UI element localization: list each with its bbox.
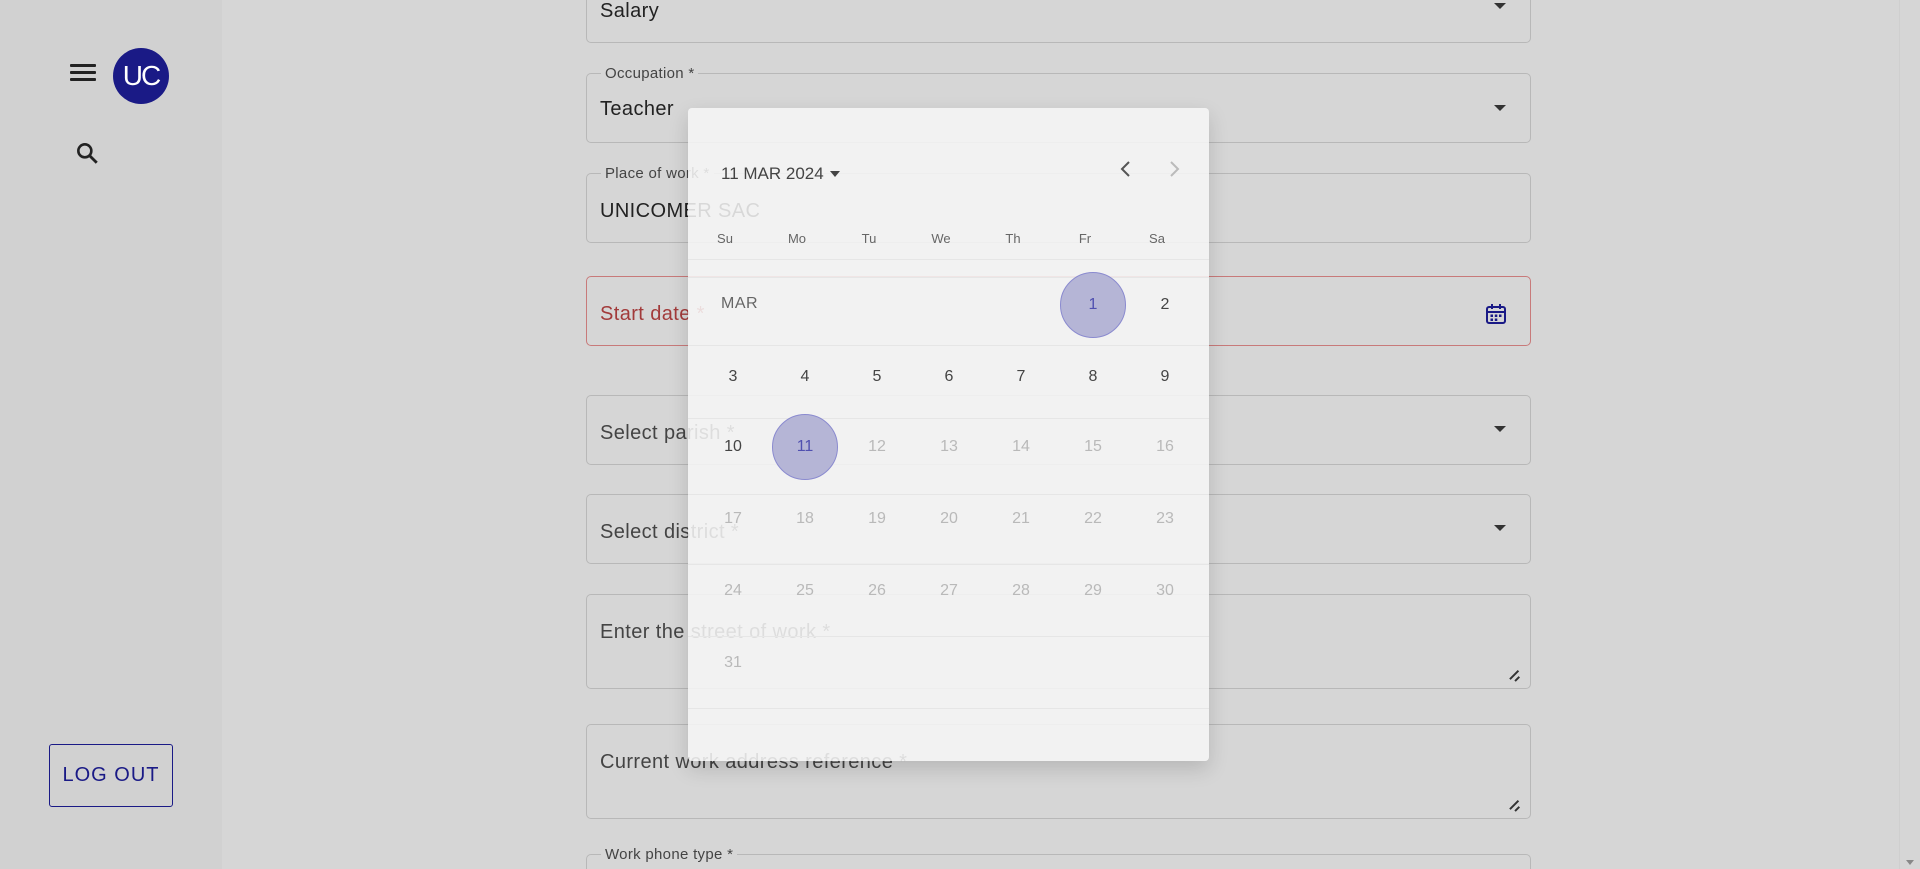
calendar-day[interactable]: 10 <box>700 414 766 480</box>
calendar-icon[interactable] <box>1485 303 1507 325</box>
chevron-down-icon <box>1494 426 1506 432</box>
date-picker: 11 MAR 2024 Su Mo Tu We Th Fr Sa MAR 1 2… <box>688 108 1209 761</box>
resize-handle-icon[interactable] <box>1508 798 1520 810</box>
calendar-day[interactable]: 5 <box>844 344 910 410</box>
work-phone-type-label: Work phone type * <box>601 846 738 863</box>
calendar-day: 14 <box>1012 438 1030 455</box>
weekday-label: We <box>931 231 951 246</box>
calendar-day: 16 <box>1156 438 1174 455</box>
calendar-day: 23 <box>1156 510 1174 527</box>
sidebar: UC LOG OUT <box>0 0 222 869</box>
weekday-label: Th <box>1005 231 1021 246</box>
divider <box>688 277 1209 278</box>
next-month-button[interactable] <box>1159 154 1189 184</box>
calendar-day: 22 <box>1084 510 1102 527</box>
calendar-day: 13 <box>940 438 958 455</box>
calendar-day[interactable]: 8 <box>1060 344 1126 410</box>
calendar-day[interactable]: 1 <box>1060 272 1126 338</box>
calendar-day: 17 <box>724 510 742 527</box>
calendar-day[interactable]: 4 <box>772 344 838 410</box>
resize-handle-icon[interactable] <box>1508 668 1520 680</box>
weekday-label: Su <box>717 231 733 246</box>
occupation-label: Occupation * <box>601 65 699 82</box>
chevron-down-icon <box>1494 525 1506 531</box>
weekday-label: Mo <box>787 231 807 246</box>
scrollbar[interactable] <box>1899 0 1920 869</box>
menu-icon[interactable] <box>70 64 96 84</box>
calendar-day[interactable]: 9 <box>1132 344 1198 410</box>
previous-month-button[interactable] <box>1111 154 1141 184</box>
calendar-day: 18 <box>796 510 814 527</box>
calendar-day: 26 <box>868 582 886 599</box>
calendar-day[interactable]: 3 <box>700 344 766 410</box>
calendar-day: 20 <box>940 510 958 527</box>
divider <box>688 259 1209 260</box>
calendar-day: 31 <box>724 654 742 671</box>
month-year-switch[interactable]: 11 MAR 2024 <box>721 164 840 184</box>
caret-down-icon <box>829 171 840 177</box>
income-type-select[interactable]: Salary <box>586 0 1531 43</box>
divider <box>688 636 1209 637</box>
work-phone-type-select[interactable]: Work phone type * <box>586 846 1531 869</box>
income-type-value: Salary <box>600 0 660 22</box>
calendar-day: 15 <box>1084 438 1102 455</box>
weekday-label: Sa <box>1149 231 1165 246</box>
calendar-day: 19 <box>868 510 886 527</box>
scroll-down-arrow-icon[interactable] <box>1906 860 1914 865</box>
avatar[interactable]: UC <box>113 48 169 104</box>
calendar-day[interactable]: 7 <box>988 344 1054 410</box>
weekday-label: Tu <box>861 231 877 246</box>
logout-button[interactable]: LOG OUT <box>49 744 173 807</box>
calendar-day: 12 <box>868 438 886 455</box>
calendar-day[interactable]: 6 <box>916 344 982 410</box>
search-icon[interactable] <box>74 140 100 166</box>
chevron-down-icon <box>1494 3 1506 9</box>
occupation-value: Teacher <box>600 98 674 120</box>
calendar-day: 30 <box>1156 582 1174 599</box>
calendar-day: 21 <box>1012 510 1030 527</box>
calendar-day[interactable]: 2 <box>1132 272 1198 338</box>
calendar-day: 29 <box>1084 582 1102 599</box>
month-label: MAR <box>721 295 759 312</box>
calendar-day: 27 <box>940 582 958 599</box>
weekday-label: Fr <box>1078 231 1092 246</box>
calendar-day: 25 <box>796 582 814 599</box>
chevron-down-icon <box>1494 105 1506 111</box>
calendar-day: 24 <box>724 582 742 599</box>
calendar-day: 28 <box>1012 582 1030 599</box>
divider <box>688 708 1209 709</box>
picker-header: 11 MAR 2024 <box>721 164 824 183</box>
calendar-day-selected[interactable]: 11 <box>772 414 838 480</box>
